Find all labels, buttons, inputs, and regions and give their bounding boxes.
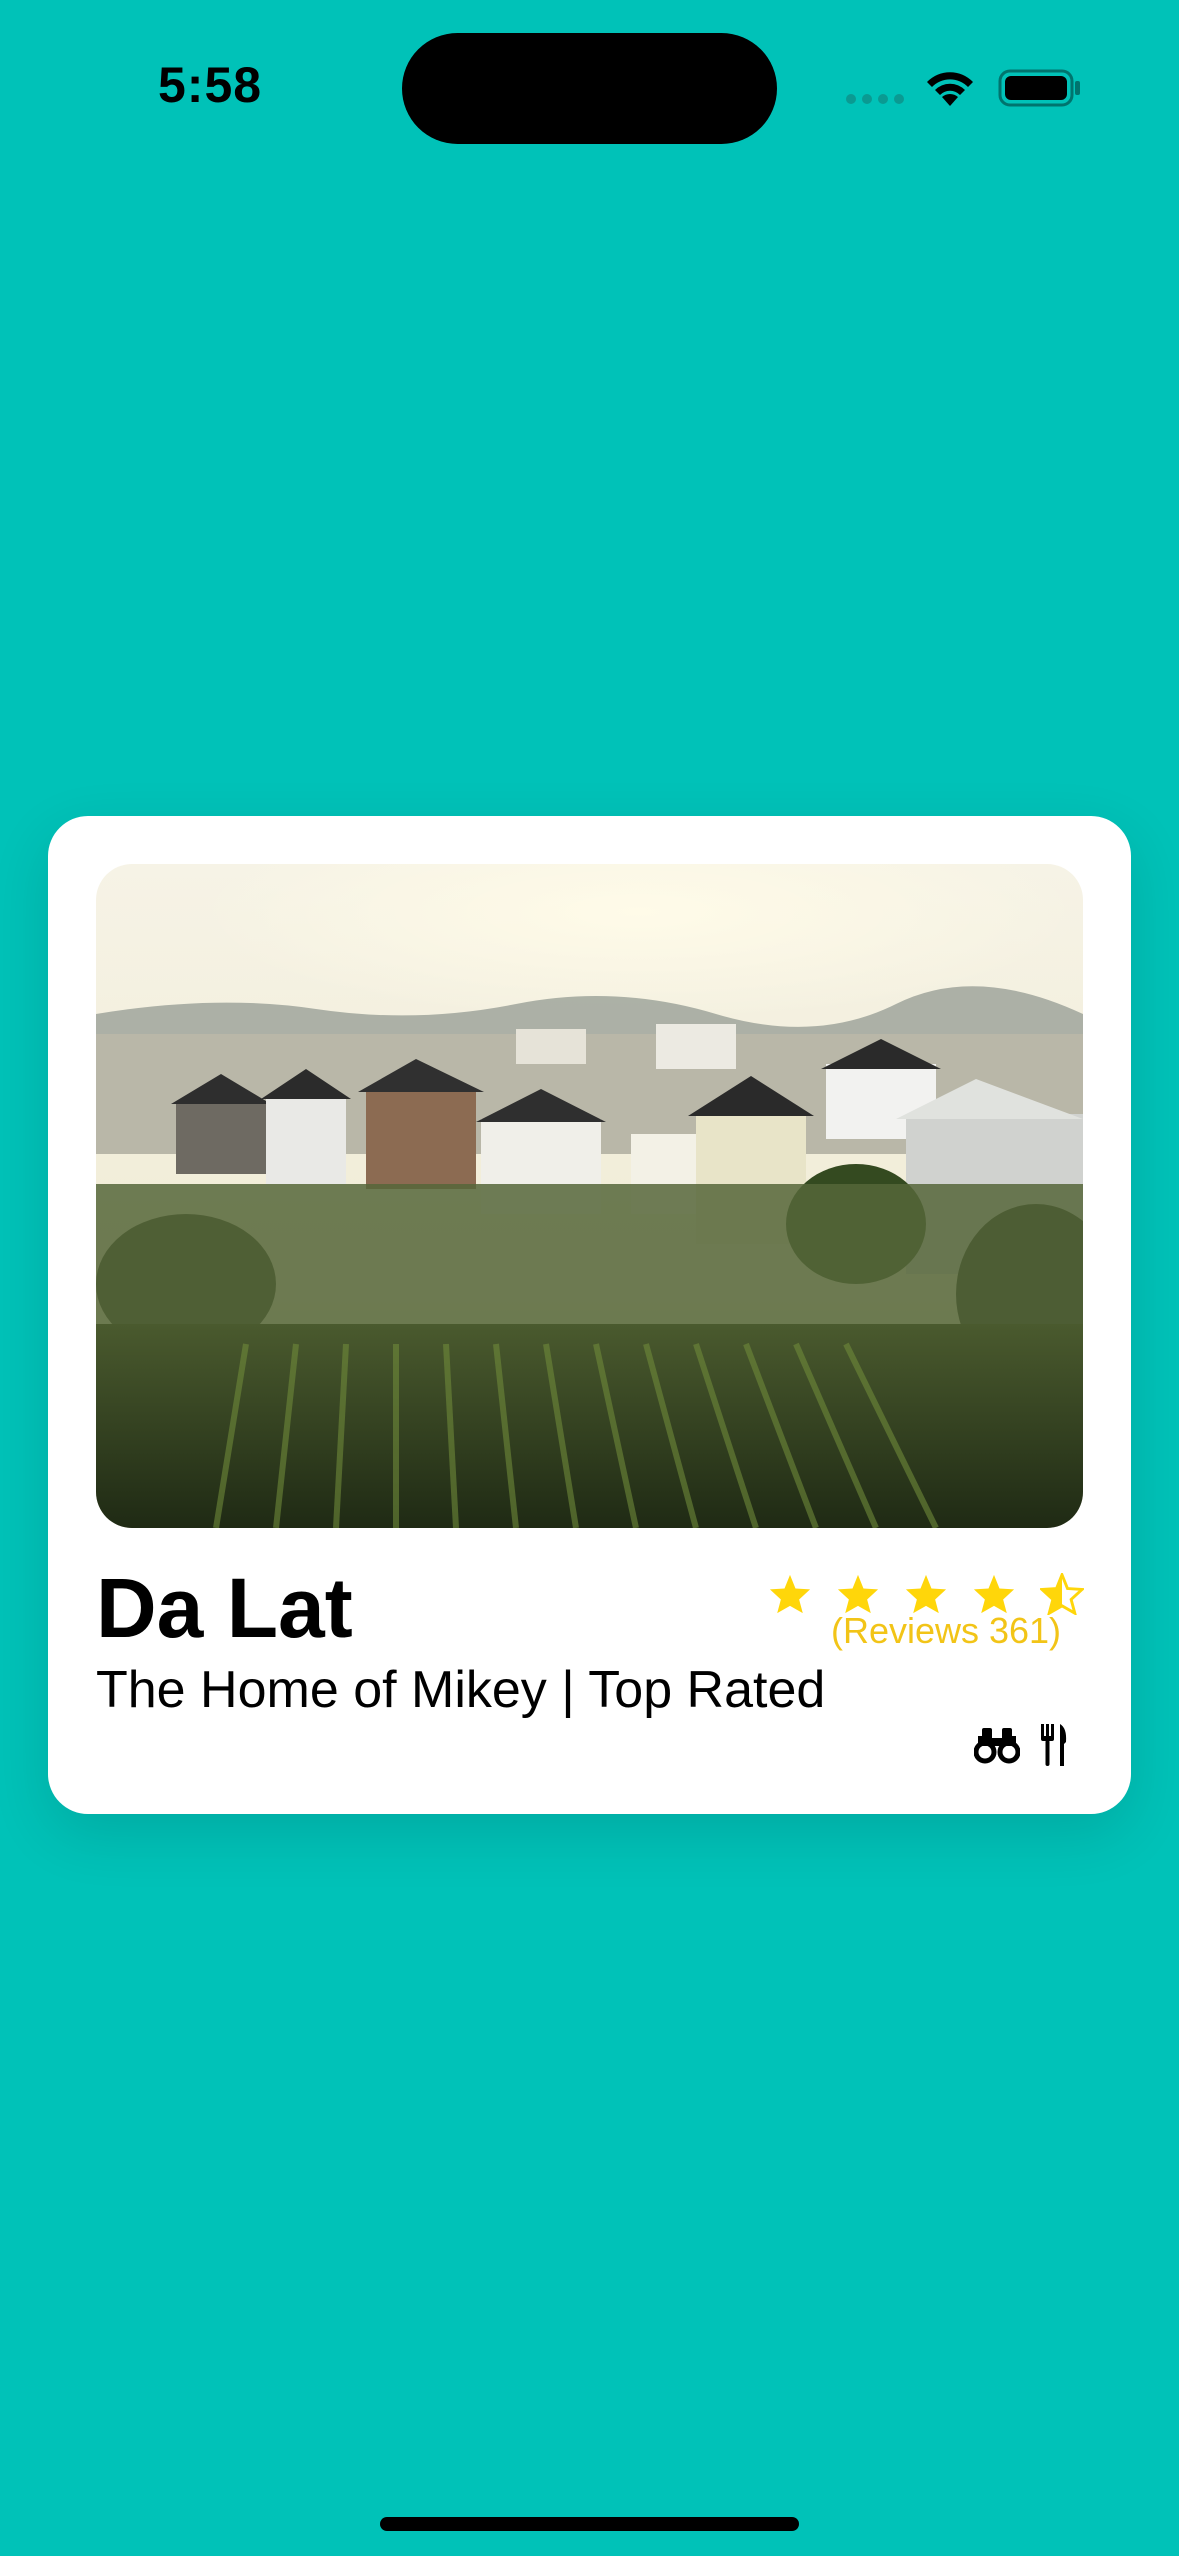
binoculars-icon xyxy=(974,1728,1020,1764)
cellular-signal-icon xyxy=(846,94,906,106)
status-bar: 5:58 xyxy=(0,0,1179,160)
destination-photo xyxy=(96,864,1083,1528)
status-time: 5:58 xyxy=(158,57,263,113)
fork-knife-icon xyxy=(1041,1724,1067,1766)
battery-icon xyxy=(998,69,1080,107)
reviews-count: (Reviews 361) xyxy=(830,1610,1062,1651)
home-indicator[interactable] xyxy=(380,2517,799,2531)
dynamic-island xyxy=(402,33,777,144)
destination-card[interactable]: Da Lat The Home of Mikey | Top Rated (Re… xyxy=(48,816,1131,1814)
destination-subtitle: The Home of Mikey | Top Rated xyxy=(96,1661,826,1719)
destination-title: Da Lat xyxy=(96,1561,353,1655)
wifi-icon xyxy=(927,72,973,106)
amenities-icons xyxy=(974,1720,1094,1770)
